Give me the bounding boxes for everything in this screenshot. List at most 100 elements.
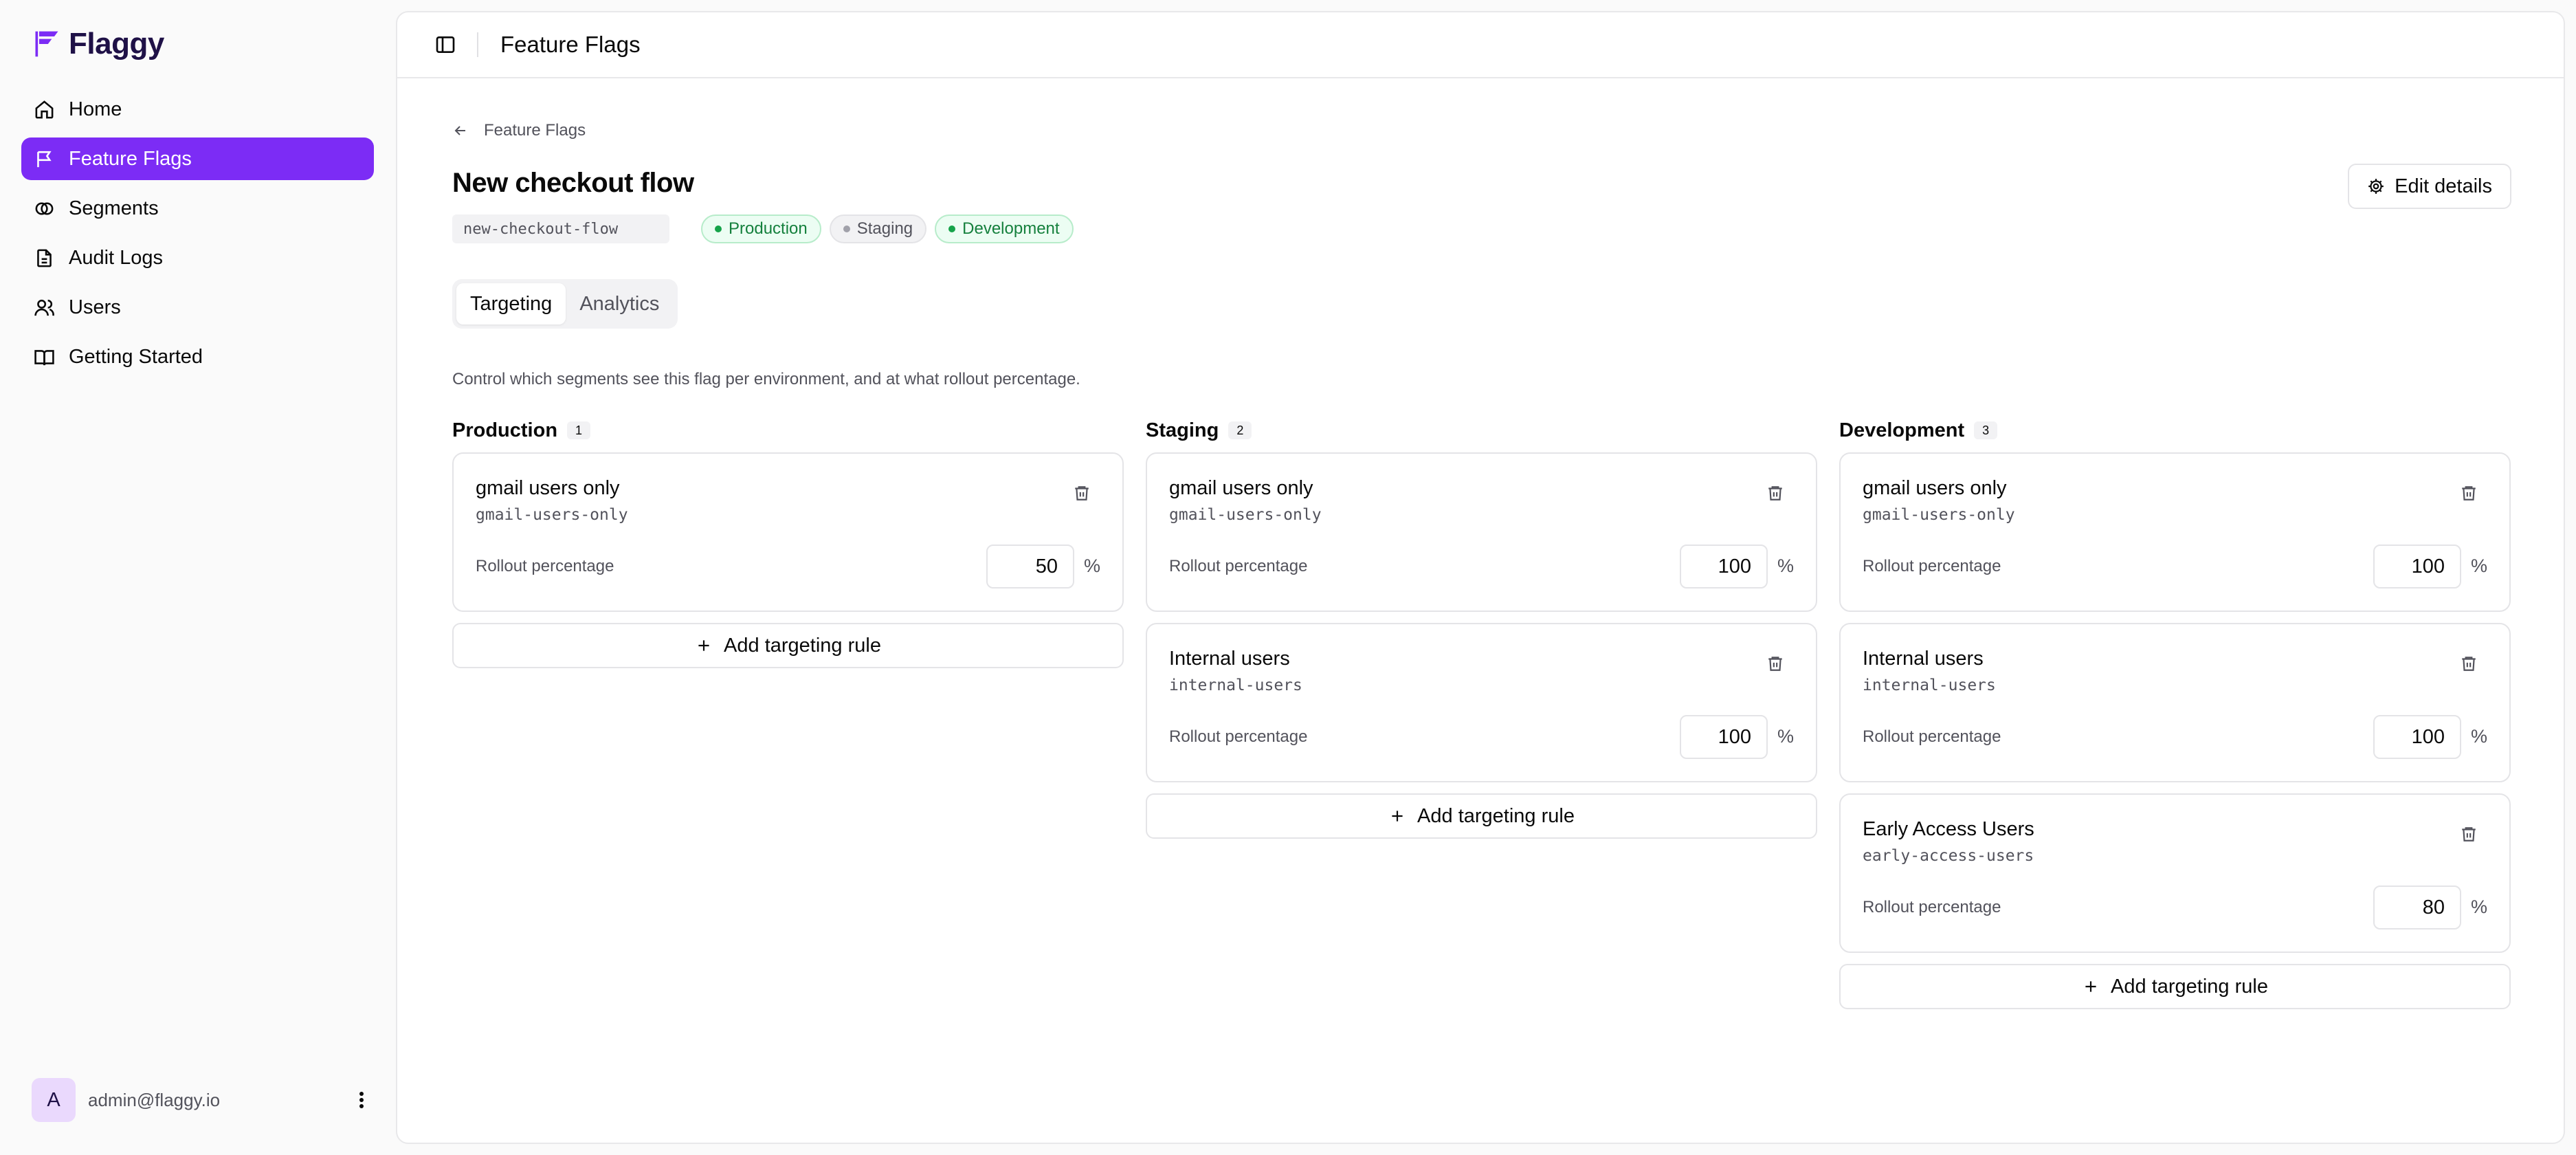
percent-sign: % (1083, 556, 1100, 576)
tab-analytics[interactable]: Analytics (566, 283, 673, 324)
rollout-percentage-input[interactable] (986, 544, 1074, 588)
rule-card: gmail users only gmail-users-only Rollou… (452, 452, 1124, 612)
delete-rule-button[interactable] (2460, 654, 2480, 675)
sidebar-item-audit-logs[interactable]: Audit Logs (21, 236, 374, 279)
avatar: A (32, 1078, 76, 1122)
toggle-sidebar-button[interactable] (432, 31, 459, 58)
sidebar-item-label: Segments (69, 197, 159, 219)
rule-card: Early Access Users early-access-users Ro… (1839, 793, 2511, 953)
column-staging: Staging 2 gmail users only gmail-users-o… (1146, 418, 1817, 1009)
percent-sign: % (1777, 726, 1794, 747)
env-badge-production: Production (701, 214, 821, 243)
add-targeting-rule-button[interactable]: Add targeting rule (1146, 793, 1817, 839)
trash-icon (1075, 486, 1089, 500)
user-email: admin@flaggy.io (88, 1089, 221, 1110)
sidebar-item-users[interactable]: Users (21, 286, 374, 329)
tab-list: Targeting Analytics (452, 279, 678, 329)
rollout-percentage-input[interactable] (2373, 886, 2461, 930)
app-logo[interactable]: Flaggy (32, 25, 164, 63)
back-link[interactable]: Feature Flags (452, 121, 586, 140)
percent-sign: % (1777, 556, 1794, 576)
trash-icon (2462, 486, 2476, 500)
gear-icon (2368, 179, 2384, 194)
more-options-button[interactable] (348, 1086, 375, 1114)
rollout-label: Rollout percentage (1169, 727, 1308, 746)
add-rule-label: Add targeting rule (724, 634, 881, 657)
env-badge-staging: Staging (829, 214, 927, 243)
rule-name: gmail users only (476, 477, 620, 499)
rule-key: internal-users (1169, 676, 1302, 694)
delete-rule-button[interactable] (2460, 825, 2480, 846)
rule-name: Internal users (1169, 648, 1290, 670)
rule-key: gmail-users-only (476, 506, 628, 524)
page-title: Feature Flags (500, 32, 641, 57)
sidebar-item-label: Users (69, 296, 121, 318)
trash-icon (2462, 827, 2476, 842)
sidebar-toggle-icon (436, 36, 455, 53)
flaggy-logo-icon (35, 31, 58, 57)
rollout-percentage-input[interactable] (2373, 544, 2461, 588)
trash-icon (1768, 486, 1782, 500)
status-dot (715, 226, 722, 232)
sidebar-item-getting-started[interactable]: Getting Started (21, 336, 374, 378)
environment-columns: Production 1 gmail users only gmail-user… (452, 418, 2511, 1009)
env-badge-label: Development (962, 219, 1060, 238)
sidebar-nav: Home Feature Flags Segments Audit Logs U… (21, 88, 374, 385)
targeting-description: Control which segments see this flag per… (452, 370, 1080, 388)
environment-badges: Production Staging Development (701, 214, 1074, 243)
add-rule-label: Add targeting rule (1417, 804, 1575, 827)
app-name: Flaggy (69, 27, 164, 60)
delete-rule-button[interactable] (1766, 484, 1787, 505)
rule-name: gmail users only (1863, 477, 2007, 499)
column-header: Development 3 (1839, 418, 2511, 443)
rollout-percentage-input[interactable] (1680, 544, 1768, 588)
env-badge-development: Development (935, 214, 1074, 243)
rule-name: gmail users only (1169, 477, 1313, 499)
user-menu[interactable]: A admin@flaggy.io (32, 1078, 375, 1122)
rule-key: gmail-users-only (1863, 506, 2015, 524)
arrow-left-icon (454, 126, 465, 135)
rollout-percentage-input[interactable] (1680, 715, 1768, 759)
topbar-divider (477, 32, 478, 57)
sidebar-item-segments[interactable]: Segments (21, 187, 374, 230)
top-bar: Feature Flags (397, 12, 2564, 78)
users-icon (34, 299, 54, 316)
rule-count-badge: 3 (1974, 421, 1998, 439)
percent-sign: % (2470, 556, 2487, 576)
edit-details-button[interactable]: Edit details (2348, 164, 2511, 209)
percent-sign: % (2470, 896, 2487, 917)
rule-card: Internal users internal-users Rollout pe… (1839, 623, 2511, 782)
status-dot (843, 226, 850, 232)
plus-icon (2085, 981, 2096, 992)
add-targeting-rule-button[interactable]: Add targeting rule (1839, 964, 2511, 1009)
status-dot (948, 226, 956, 232)
column-header: Production 1 (452, 418, 1124, 443)
add-targeting-rule-button[interactable]: Add targeting rule (452, 623, 1124, 668)
flag-icon (37, 151, 52, 167)
sidebar-item-label: Feature Flags (69, 147, 192, 170)
add-rule-label: Add targeting rule (2111, 975, 2268, 998)
sidebar-item-label: Audit Logs (69, 246, 164, 269)
tab-targeting[interactable]: Targeting (456, 283, 566, 324)
column-header: Staging 2 (1146, 418, 1817, 443)
rollout-percentage-input[interactable] (2373, 715, 2461, 759)
rule-key: internal-users (1863, 676, 1996, 694)
edit-details-label: Edit details (2395, 175, 2492, 197)
trash-icon (2462, 657, 2476, 671)
percent-sign: % (2470, 726, 2487, 747)
rule-key: early-access-users (1863, 847, 2034, 865)
delete-rule-button[interactable] (1073, 484, 1093, 505)
file-text-icon (37, 249, 52, 267)
kebab-menu-icon (359, 1092, 364, 1108)
delete-rule-button[interactable] (2460, 484, 2480, 505)
plus-icon (698, 640, 709, 651)
rollout-label: Rollout percentage (1863, 898, 2001, 916)
delete-rule-button[interactable] (1766, 654, 1787, 675)
sidebar-item-label: Home (69, 98, 122, 120)
column-title: Production (452, 419, 558, 441)
flag-title: New checkout flow (452, 168, 694, 198)
column-title: Development (1839, 419, 1965, 441)
column-production: Production 1 gmail users only gmail-user… (452, 418, 1124, 1009)
sidebar-item-feature-flags[interactable]: Feature Flags (21, 138, 374, 180)
sidebar-item-home[interactable]: Home (21, 88, 374, 131)
